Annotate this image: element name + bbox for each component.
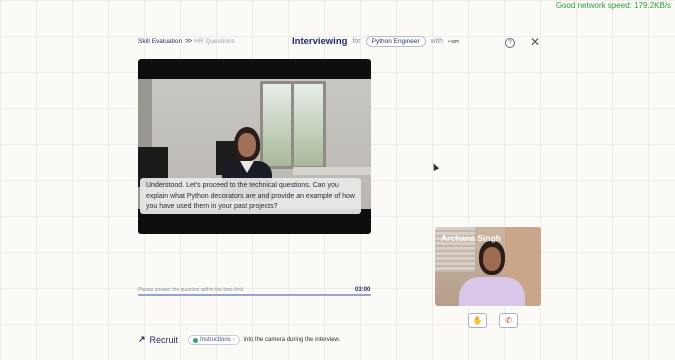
candidate-face — [483, 247, 501, 271]
candidate-name: Archana Singh — [441, 233, 501, 243]
instructions-icon — [193, 337, 198, 343]
with-text: with — [430, 38, 444, 45]
partner-logo: • wm — [448, 39, 459, 45]
interview-header: Interviewing for Python Engineer with • … — [292, 36, 459, 47]
breadcrumb-skill-evaluation[interactable]: Skill Evaluation — [138, 38, 182, 45]
breadcrumb-hr-questions[interactable]: HR Questions — [194, 38, 234, 45]
avatar-face — [238, 133, 256, 157]
recruit-logo-icon: ↗ — [138, 334, 146, 344]
room-shelf — [293, 167, 371, 175]
candidate-shoulders — [459, 277, 525, 306]
partner-logo-text: • wm — [448, 38, 460, 45]
candidate-camera-preview: Archana Singh — [435, 227, 541, 306]
help-icon[interactable]: ? — [505, 38, 515, 48]
countdown-timer: 03:00 — [355, 287, 371, 293]
question-caption: Understood. Let's proceed to the technic… — [140, 178, 361, 214]
time-progress-bar — [138, 294, 371, 296]
instructions-row: Instructions › into the camera during th… — [188, 335, 340, 345]
raise-hand-icon[interactable]: ✋ — [468, 313, 487, 328]
instructions-button-label: Instructions — [200, 337, 231, 343]
instructions-button[interactable]: Instructions › — [188, 335, 240, 345]
page-title: Interviewing — [292, 36, 348, 47]
recruit-brand: ↗ Recruit — [138, 334, 178, 345]
mouse-cursor — [430, 162, 440, 171]
instructions-text: into the camera during the interview. — [243, 337, 341, 343]
brand-name: Recruit — [149, 334, 179, 345]
breadcrumb-separator: >> — [185, 38, 192, 45]
network-speed-status: Good network speed: 179.2KB/s — [555, 1, 671, 10]
role-badge: Python Engineer — [365, 36, 426, 47]
window-bar — [291, 84, 294, 166]
answer-hint: Please answer the question within the ti… — [138, 287, 244, 293]
chevron-right-icon: › — [232, 337, 235, 343]
close-icon[interactable]: ✕ — [530, 36, 540, 48]
breadcrumb: Skill Evaluation >> HR Questions — [138, 38, 235, 45]
end-call-icon[interactable]: ✆ — [499, 313, 518, 328]
for-text: for — [352, 38, 361, 45]
